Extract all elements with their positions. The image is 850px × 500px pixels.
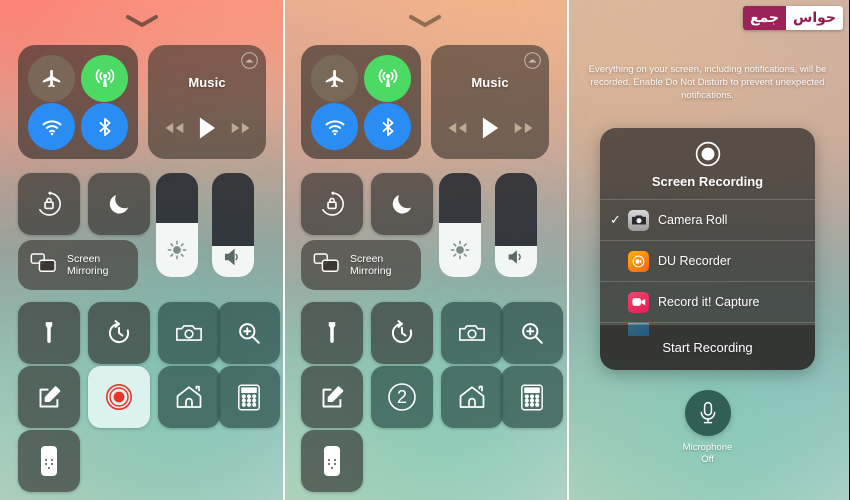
rewind-icon[interactable] <box>163 120 185 141</box>
connectivity-group <box>301 45 421 159</box>
screen-record-countdown-shortcut[interactable]: 2 <box>371 366 433 428</box>
checkmark-icon: ✓ <box>610 212 621 227</box>
destination-list: ✓ Camera Roll DU Recorder Record it! Cap… <box>600 199 815 336</box>
home-shortcut[interactable] <box>441 366 503 428</box>
destination-label: Record it! Capture <box>658 295 760 309</box>
rotation-lock-toggle[interactable] <box>301 173 363 235</box>
cellular-data-toggle[interactable] <box>364 55 411 102</box>
microphone-label: Microphone Off <box>682 442 733 465</box>
flashlight-shortcut[interactable] <box>301 302 363 364</box>
panel-control-center-idle: Music Screen Mirroring <box>0 0 283 500</box>
magnifier-shortcut[interactable] <box>501 302 563 364</box>
record-ring-icon <box>695 141 721 167</box>
screen-mirroring-icon <box>30 252 58 279</box>
play-icon[interactable] <box>481 116 500 145</box>
screen-recording-sheet: Screen Recording ✓ Camera Roll DU Record… <box>600 128 815 370</box>
screen-mirroring-tile[interactable]: Screen Mirroring <box>18 240 138 290</box>
fast-forward-icon[interactable] <box>513 120 535 141</box>
camera-app-icon <box>628 209 649 231</box>
calculator-shortcut[interactable] <box>501 366 563 428</box>
bluetooth-toggle[interactable] <box>364 103 411 150</box>
brightness-icon <box>439 239 481 261</box>
now-playing-widget[interactable]: Music <box>148 45 266 159</box>
screen-mirroring-label: Screen Mirroring <box>67 253 109 277</box>
panel-control-center-countdown: Music Screen Mirroring 2 <box>283 0 566 500</box>
timer-shortcut[interactable] <box>371 302 433 364</box>
airplane-mode-toggle[interactable] <box>28 55 75 102</box>
notes-shortcut[interactable] <box>18 366 80 428</box>
now-playing-title: Music <box>188 75 226 90</box>
microphone-toggle[interactable] <box>684 390 731 436</box>
notes-shortcut[interactable] <box>301 366 363 428</box>
panel-divider-1 <box>283 0 285 500</box>
volume-icon <box>495 246 537 268</box>
chevron-down-grabber[interactable] <box>407 14 443 28</box>
sheet-title: Screen Recording <box>651 174 764 189</box>
rotation-lock-toggle[interactable] <box>18 173 80 235</box>
wifi-toggle[interactable] <box>28 103 75 150</box>
calculator-shortcut[interactable] <box>218 366 280 428</box>
screen-mirroring-icon <box>313 252 341 279</box>
brightness-icon <box>156 239 198 261</box>
destination-label: DU Recorder <box>658 254 731 268</box>
do-not-disturb-toggle[interactable] <box>88 173 150 235</box>
logo-text-right: جمع <box>742 6 787 30</box>
logo-text-left: حواس <box>786 6 843 30</box>
record-it-app-icon <box>628 291 649 313</box>
screen-mirroring-tile[interactable]: Screen Mirroring <box>301 240 421 290</box>
microphone-control: Microphone Off <box>566 390 849 466</box>
screen-record-shortcut[interactable] <box>88 366 150 428</box>
start-recording-button[interactable]: Start Recording <box>600 324 815 370</box>
chevron-down-grabber[interactable] <box>124 14 160 28</box>
home-shortcut[interactable] <box>158 366 220 428</box>
now-playing-title: Music <box>471 75 509 90</box>
airplay-icon[interactable] <box>524 52 541 74</box>
connectivity-group <box>18 45 138 159</box>
recording-notice: Everything on your screen, including not… <box>588 64 827 101</box>
now-playing-widget[interactable]: Music <box>431 45 549 159</box>
du-recorder-app-icon <box>628 250 649 272</box>
camera-shortcut[interactable] <box>441 302 503 364</box>
flashlight-shortcut[interactable] <box>18 302 80 364</box>
brightness-slider[interactable] <box>439 173 481 277</box>
destination-label: Camera Roll <box>658 213 728 227</box>
volume-slider[interactable] <box>495 173 537 277</box>
rewind-icon[interactable] <box>446 120 468 141</box>
screen-mirroring-label: Screen Mirroring <box>350 253 392 277</box>
airplay-icon[interactable] <box>241 52 258 74</box>
control-center-1: Music Screen Mirroring <box>0 0 283 500</box>
destination-row-camera-roll[interactable]: ✓ Camera Roll <box>600 199 815 240</box>
play-icon[interactable] <box>198 116 217 145</box>
sheet-header: Screen Recording <box>600 128 815 189</box>
brightness-slider[interactable] <box>156 173 198 277</box>
destination-row-du-recorder[interactable]: DU Recorder <box>600 240 815 281</box>
fast-forward-icon[interactable] <box>230 120 252 141</box>
do-not-disturb-toggle[interactable] <box>371 173 433 235</box>
start-recording-label: Start Recording <box>662 340 753 355</box>
airplane-mode-toggle[interactable] <box>311 55 358 102</box>
magnifier-shortcut[interactable] <box>218 302 280 364</box>
panel-divider-2 <box>567 0 569 500</box>
cellular-data-toggle[interactable] <box>81 55 128 102</box>
watermark-logo: جمع حواس <box>742 6 843 30</box>
bluetooth-toggle[interactable] <box>81 103 128 150</box>
camera-shortcut[interactable] <box>158 302 220 364</box>
volume-slider[interactable] <box>212 173 254 277</box>
volume-icon <box>212 246 254 268</box>
wifi-toggle[interactable] <box>311 103 358 150</box>
panel-screen-recording-sheet: جمع حواس Everything on your screen, incl… <box>566 0 849 500</box>
timer-shortcut[interactable] <box>88 302 150 364</box>
control-center-2: Music Screen Mirroring 2 <box>283 0 566 500</box>
destination-row-record-it[interactable]: Record it! Capture <box>600 281 815 322</box>
screenshot-root: Music Screen Mirroring Music Screen Mirr… <box>0 0 850 500</box>
apple-tv-remote-shortcut[interactable] <box>18 430 80 492</box>
apple-tv-remote-shortcut[interactable] <box>301 430 363 492</box>
